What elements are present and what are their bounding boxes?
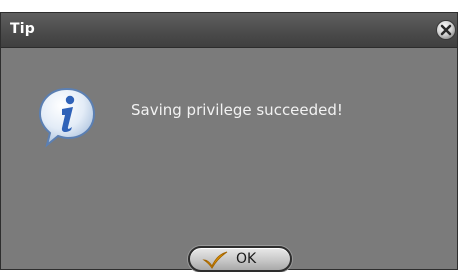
close-button[interactable] (435, 19, 457, 41)
dialog-title: Tip (10, 21, 35, 37)
ok-label: OK (236, 251, 257, 267)
message-text: Saving privilege succeeded! (131, 101, 343, 119)
ok-button[interactable]: OK (188, 246, 292, 272)
checkmark-icon (202, 251, 228, 269)
tip-dialog: Tip Saving privilege succeeded! OK (0, 12, 458, 272)
info-icon (38, 87, 96, 148)
title-bar: Tip (1, 13, 457, 48)
close-icon (436, 20, 456, 40)
dialog-body (1, 48, 457, 269)
